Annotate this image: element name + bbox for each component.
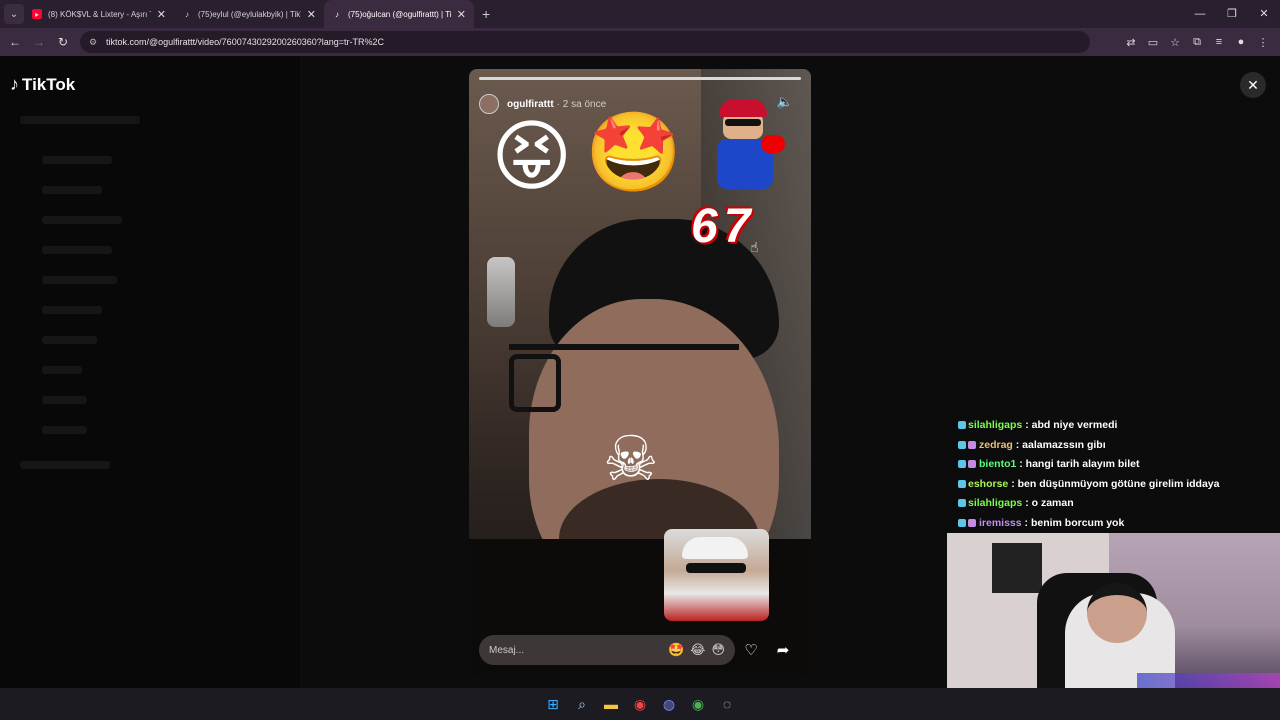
- chat-message: iremisss : benim borcum yok: [958, 514, 1219, 534]
- chat-text: : o zaman: [1025, 497, 1074, 509]
- browser-tab-bar: ⌄ ▸ (8) KÖK$VL & Lixtery - Aşırı Tar ✕ ♪…: [0, 0, 1280, 28]
- stream-chat-overlay: silahligaps : abd niye vermedi zedrag : …: [958, 416, 1219, 533]
- restore-icon[interactable]: ❐: [1216, 0, 1248, 28]
- browser-tab-eylul[interactable]: ♪ (75)eylul (@eylulakbyik) | TikTok ✕: [174, 0, 324, 28]
- text-sticker-67: 67: [691, 200, 757, 253]
- mouse-cursor-icon: ☝: [750, 239, 759, 255]
- chat-message: silahligaps : o zaman: [958, 494, 1219, 514]
- media-icon[interactable]: ≡: [1208, 36, 1230, 48]
- chat-username: silahligaps: [968, 419, 1023, 431]
- profile-avatar-icon[interactable]: ●: [1230, 36, 1252, 48]
- close-tab-icon[interactable]: ✕: [457, 8, 466, 21]
- skull-crossbones-sticker: ☠: [603, 425, 659, 494]
- bookmark-star-icon[interactable]: ☆: [1164, 36, 1186, 49]
- cast-icon[interactable]: ▭: [1142, 36, 1164, 49]
- tiktok-icon: ♪: [335, 9, 339, 19]
- chat-badge-icon: [958, 499, 966, 507]
- tab-title: (8) KÖK$VL & Lixtery - Aşırı Tar: [48, 9, 151, 19]
- squinting-tongue-emoji-sticker: 😝: [491, 112, 573, 200]
- extensions-icon[interactable]: ⧉: [1186, 36, 1208, 49]
- browser-tab-ogulcan[interactable]: ♪ (75)oğulcan (@ogulfirattt) | TikT ✕: [324, 0, 474, 28]
- tab-title: (75)eylul (@eylulakbyik) | TikTok: [198, 9, 301, 19]
- mario-sticker: [709, 99, 789, 194]
- chat-username: iremisss: [979, 516, 1022, 529]
- chat-badge-icon: [958, 440, 966, 449]
- chat-username: eshorse: [968, 477, 1009, 490]
- chat-badge-icon: [958, 460, 966, 468]
- close-tab-icon[interactable]: ✕: [157, 8, 166, 21]
- search-icon[interactable]: ⌕: [568, 692, 597, 716]
- close-window-icon[interactable]: ✕: [1248, 0, 1280, 28]
- windows-start-icon[interactable]: ⊞: [539, 692, 568, 716]
- share-icon[interactable]: ➦: [767, 641, 799, 659]
- discord-icon[interactable]: ◍: [655, 692, 684, 716]
- browser-toolbar: ← → ↻ ⚙ tiktok.com/@ogulfirattt/video/76…: [0, 28, 1280, 56]
- chat-text: : abd niye vermedi: [1025, 419, 1118, 431]
- tab-title: (75)oğulcan (@ogulfirattt) | TikT: [348, 9, 451, 19]
- back-icon[interactable]: ←: [3, 35, 27, 49]
- chat-username: zedrag: [979, 438, 1013, 451]
- chat-sub-badge-icon: [968, 518, 976, 527]
- chat-message: silahligaps : abd niye vermedi: [958, 416, 1219, 436]
- chat-sub-badge-icon: [968, 460, 976, 468]
- chat-sub-badge-icon: [968, 440, 976, 449]
- youtube-icon: ▸: [32, 9, 42, 19]
- address-bar[interactable]: ⚙ tiktok.com/@ogulfirattt/video/76007430…: [80, 31, 1090, 53]
- chat-text: : aalamazssın gibı: [1015, 438, 1106, 451]
- browser-tab-youtube[interactable]: ▸ (8) KÖK$VL & Lixtery - Aşırı Tar ✕: [24, 0, 174, 28]
- reload-icon[interactable]: ↻: [51, 35, 75, 49]
- story-progress-bar: [479, 77, 801, 80]
- close-tab-icon[interactable]: ✕: [307, 8, 316, 21]
- site-info-icon[interactable]: ⚙: [86, 37, 100, 48]
- man-photo-sticker: [664, 529, 769, 621]
- chat-badge-icon: [958, 518, 966, 527]
- reaction-laughing[interactable]: 😂: [690, 642, 705, 658]
- message-placeholder: Mesaj...: [489, 644, 525, 656]
- new-tab-icon[interactable]: +: [482, 6, 490, 22]
- windows-taskbar: ⊞ ⌕ ▬ ◉ ◍ ◉ ◌: [0, 688, 1280, 720]
- dimmed-sidebar: [0, 56, 300, 688]
- forward-icon[interactable]: →: [27, 35, 51, 49]
- window-controls: — ❐ ✕: [1184, 0, 1280, 28]
- url-text[interactable]: tiktok.com/@ogulfirattt/video/7600743029…: [106, 37, 384, 47]
- like-heart-icon[interactable]: ♡: [735, 641, 767, 659]
- tiktok-icon: ♪: [10, 74, 19, 94]
- file-explorer-icon[interactable]: ▬: [597, 692, 626, 716]
- chat-message: biento1 : hangi tarih alayım bilet: [958, 455, 1219, 475]
- toolbar-icons: ⇄ ▭ ☆ ⧉ ≡ ● ⋮: [1120, 28, 1274, 56]
- reaction-star-struck[interactable]: 🤩: [668, 642, 684, 658]
- chat-username: biento1: [979, 458, 1017, 470]
- logo-text: TikTok: [22, 74, 76, 94]
- chat-badge-icon: [958, 421, 966, 429]
- close-icon: ✕: [1247, 76, 1259, 93]
- chat-message: eshorse : ben düşünmüyom götüne girelim …: [958, 475, 1219, 495]
- translate-icon[interactable]: ⇄: [1120, 36, 1142, 49]
- star-struck-emoji-sticker: 🤩: [585, 108, 683, 196]
- chat-text: : ben düşünmüyom götüne girelim iddaya: [1011, 477, 1220, 490]
- chat-username: silahligaps: [968, 497, 1023, 509]
- chat-text: : hangi tarih alayım bilet: [1019, 458, 1140, 470]
- tiktok-logo[interactable]: ♪ TikTok: [10, 74, 75, 95]
- chrome-icon[interactable]: ◉: [626, 692, 655, 716]
- reaction-flushed[interactable]: 😳: [711, 642, 725, 658]
- obs-icon[interactable]: ◌: [713, 692, 742, 716]
- avatar[interactable]: [479, 94, 499, 114]
- close-viewer-button[interactable]: ✕: [1240, 72, 1266, 98]
- chat-text: : benim borcum yok: [1024, 516, 1125, 529]
- chrome-active-icon[interactable]: ◉: [684, 692, 713, 716]
- chat-message: zedrag : aalamazssın gibı: [958, 436, 1219, 456]
- menu-kebab-icon[interactable]: ⋮: [1252, 36, 1274, 49]
- username[interactable]: ogulfirattt: [507, 99, 554, 110]
- story-footer: Mesaj... 🤩 😂 😳 ♡ ➦: [479, 635, 801, 665]
- minimize-icon[interactable]: —: [1184, 0, 1216, 28]
- story-video-player[interactable]: ogulfirattt · 2 sa önce 🔈 😝 🤩 67 ☝ ☠ Mes…: [469, 69, 811, 677]
- chat-badge-icon: [958, 479, 966, 488]
- message-input[interactable]: Mesaj... 🤩 😂 😳: [479, 635, 735, 665]
- tiktok-icon: ♪: [185, 9, 189, 19]
- tab-search-dropdown-icon[interactable]: ⌄: [4, 4, 24, 24]
- wall-tap: [487, 257, 515, 327]
